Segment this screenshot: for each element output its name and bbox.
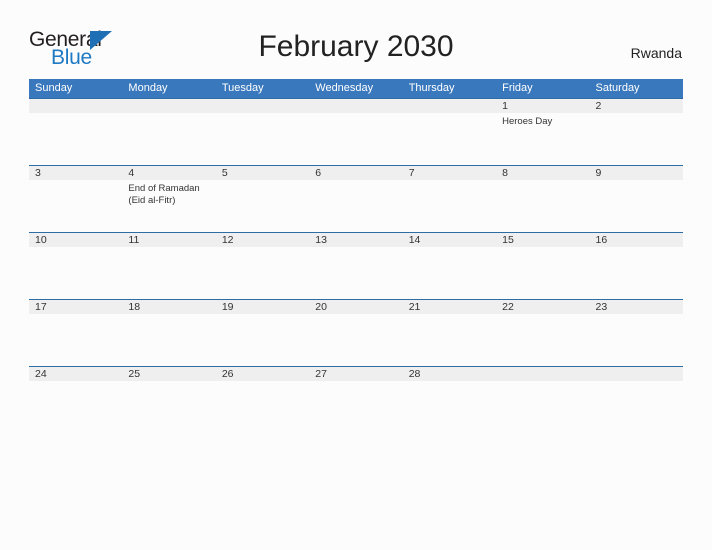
day-number: 25: [122, 367, 216, 381]
region-label: Rwanda: [630, 45, 682, 61]
day-number: 2: [589, 99, 683, 113]
day-number: 13: [309, 233, 403, 247]
weekday-header-saturday: Saturday: [589, 79, 683, 99]
calendar-day-cell[interactable]: 16: [589, 232, 683, 300]
day-number: 15: [496, 233, 590, 247]
day-number: 9: [589, 166, 683, 180]
day-number: [29, 99, 123, 113]
day-number: 20: [309, 300, 403, 314]
calendar-day-cell[interactable]: 14: [402, 232, 497, 300]
calendar-day-cell[interactable]: 10: [29, 232, 123, 300]
calendar-day-cell[interactable]: 17: [29, 299, 123, 367]
weekday-header-sunday: Sunday: [29, 79, 123, 99]
calendar-day-cell[interactable]: 18: [122, 299, 216, 367]
calendar-day-cell[interactable]: 23: [589, 299, 683, 367]
day-number: 18: [122, 300, 216, 314]
day-number: 11: [122, 233, 216, 247]
day-number: 19: [215, 300, 310, 314]
calendar-day-cell[interactable]: 9: [589, 165, 683, 233]
calendar-day-cell[interactable]: 4 End of Ramadan (Eid al-Fitr): [122, 165, 216, 233]
calendar-page: General Blue February 2030 Rwanda Sunday…: [0, 0, 712, 550]
day-number: 23: [589, 300, 683, 314]
day-number: 26: [215, 367, 310, 381]
day-events: End of Ramadan (Eid al-Fitr): [122, 180, 215, 206]
calendar-table: Sunday Monday Tuesday Wednesday Thursday…: [29, 79, 683, 433]
day-number: 12: [215, 233, 310, 247]
weekday-header-friday: Friday: [496, 79, 590, 99]
day-number: 22: [496, 300, 590, 314]
calendar-day-cell[interactable]: 15: [496, 232, 590, 300]
day-number: 4: [122, 166, 216, 180]
weekday-header-thursday: Thursday: [402, 79, 497, 99]
calendar-day-cell[interactable]: 2: [589, 98, 683, 166]
calendar-day-cell[interactable]: 5: [215, 165, 310, 233]
calendar-grid: Sunday Monday Tuesday Wednesday Thursday…: [29, 79, 683, 433]
day-number: 28: [402, 367, 497, 381]
calendar-day-cell[interactable]: 8: [496, 165, 590, 233]
day-number: 10: [29, 233, 123, 247]
calendar-day-cell[interactable]: 11: [122, 232, 216, 300]
weekday-header-wednesday: Wednesday: [309, 79, 403, 99]
day-number: 8: [496, 166, 590, 180]
day-number: 5: [215, 166, 310, 180]
day-number: 27: [309, 367, 403, 381]
calendar-week-row: 1 Heroes Day 2: [29, 98, 683, 166]
calendar-empty-cell: [496, 366, 590, 433]
calendar-empty-cell: [589, 366, 683, 433]
day-number: [309, 99, 403, 113]
weekday-header-tuesday: Tuesday: [215, 79, 310, 99]
calendar-day-cell[interactable]: 13: [309, 232, 403, 300]
day-number: [589, 367, 683, 381]
day-number: [122, 99, 216, 113]
calendar-day-cell[interactable]: 19: [215, 299, 310, 367]
calendar-empty-cell: [215, 98, 310, 166]
calendar-week-row: 10 11 12 13 14 15 16: [29, 232, 683, 300]
calendar-day-cell[interactable]: 27: [309, 366, 403, 433]
calendar-empty-cell: [309, 98, 403, 166]
day-number: 7: [402, 166, 497, 180]
calendar-day-cell[interactable]: 28: [402, 366, 497, 433]
calendar-week-row: 17 18 19 20 21 22 23: [29, 299, 683, 367]
day-number: 3: [29, 166, 123, 180]
day-number: 6: [309, 166, 403, 180]
calendar-week-row: 3 4 End of Ramadan (Eid al-Fitr) 5 6 7 8 9: [29, 165, 683, 233]
calendar-body: 1 Heroes Day 2 3 4 End of Ramadan (Eid al-Fit…: [29, 98, 683, 433]
calendar-day-cell[interactable]: 6: [309, 165, 403, 233]
calendar-empty-cell: [402, 98, 497, 166]
calendar-day-cell[interactable]: 21: [402, 299, 497, 367]
day-number: 17: [29, 300, 123, 314]
calendar-day-cell[interactable]: 20: [309, 299, 403, 367]
calendar-day-cell[interactable]: 3: [29, 165, 123, 233]
day-number: 1: [496, 99, 590, 113]
day-events: Heroes Day: [496, 113, 589, 128]
day-number: 24: [29, 367, 123, 381]
day-number: 14: [402, 233, 497, 247]
calendar-day-cell[interactable]: 7: [402, 165, 497, 233]
calendar-header-row: Sunday Monday Tuesday Wednesday Thursday…: [29, 79, 683, 99]
calendar-day-cell[interactable]: 26: [215, 366, 310, 433]
calendar-empty-cell: [122, 98, 216, 166]
calendar-day-cell[interactable]: 12: [215, 232, 310, 300]
calendar-day-cell[interactable]: 22: [496, 299, 590, 367]
day-number: [215, 99, 310, 113]
event-label: End of Ramadan (Eid al-Fitr): [128, 183, 200, 206]
day-number: [402, 99, 497, 113]
calendar-day-cell[interactable]: 1 Heroes Day: [496, 98, 590, 166]
day-number: 21: [402, 300, 497, 314]
calendar-day-cell[interactable]: 24: [29, 366, 123, 433]
calendar-empty-cell: [29, 98, 123, 166]
day-number: 16: [589, 233, 683, 247]
page-title: February 2030: [258, 30, 454, 63]
weekday-header-monday: Monday: [122, 79, 216, 99]
day-number: [496, 367, 590, 381]
calendar-week-row: 24 25 26 27 28: [29, 366, 683, 433]
event-label: Heroes Day: [502, 116, 553, 127]
calendar-day-cell[interactable]: 25: [122, 366, 216, 433]
page-header: General Blue February 2030 Rwanda: [0, 0, 712, 78]
